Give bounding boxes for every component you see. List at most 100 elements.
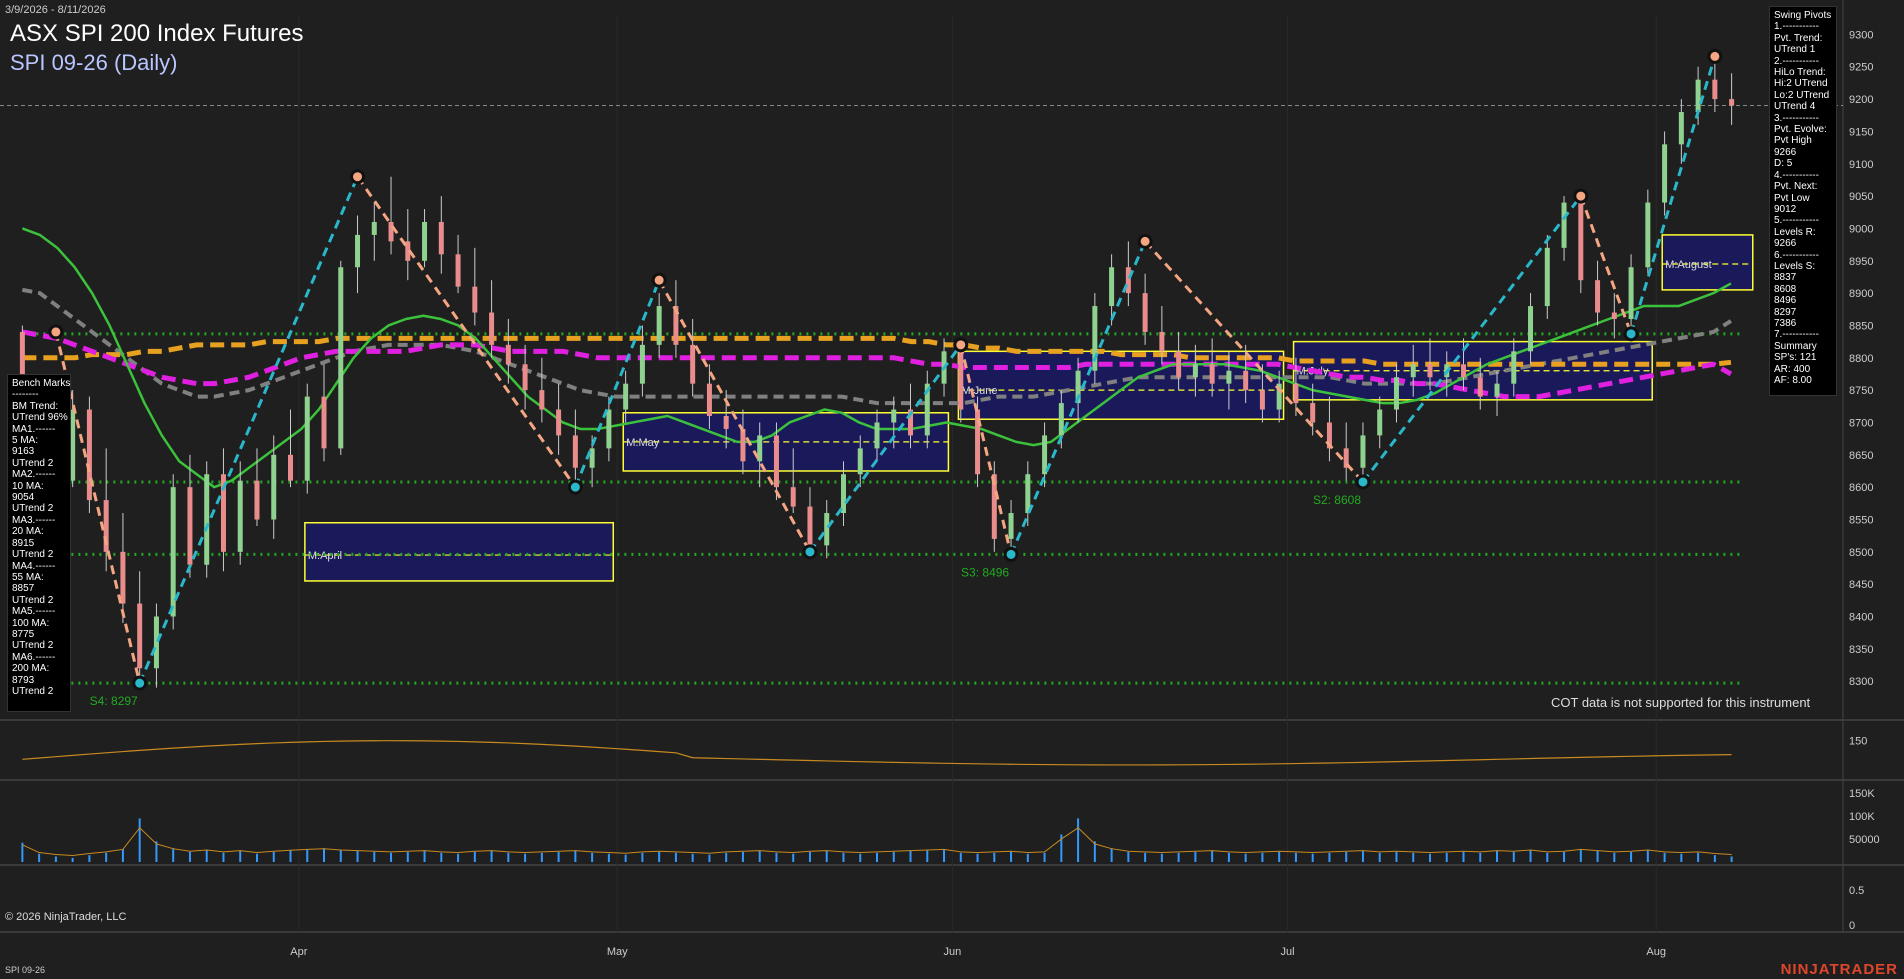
- candle-body: [1377, 409, 1383, 436]
- bench-mark-line: 20 MA:: [12, 526, 44, 538]
- swing-pivot-line: 2.-----------: [1774, 55, 1819, 67]
- candle-body: [338, 267, 344, 449]
- month-box-label: M:May: [626, 437, 660, 449]
- swing-pivot-line: Swing Pivots: [1774, 10, 1832, 21]
- y-tick-label: 8500: [1849, 547, 1873, 559]
- candle-body: [1477, 377, 1483, 397]
- candle-body: [271, 454, 277, 520]
- pivot-zigzag-segment: [1579, 195, 1633, 335]
- candle-body: [355, 234, 361, 268]
- bench-mark-line: 10 MA:: [12, 480, 44, 492]
- swing-pivot-line: Pvt. Evolve:: [1774, 124, 1827, 136]
- swing-pivot-line: 9266: [1774, 238, 1797, 250]
- candle-body: [1176, 351, 1182, 378]
- swing-pivot-line: 1.-----------: [1774, 21, 1819, 33]
- candle-body: [874, 422, 880, 449]
- x-tick-label: Apr: [290, 946, 307, 958]
- x-tick-label: Aug: [1646, 946, 1666, 958]
- candle-body: [1159, 331, 1165, 352]
- swing-pivot-line: 5.-----------: [1774, 215, 1819, 227]
- support-level-label: S4: 8297: [90, 694, 138, 708]
- y-tick-label: 9200: [1849, 94, 1873, 106]
- y-tick-label: 9000: [1849, 223, 1873, 235]
- bench-mark-line: UTrend 2: [12, 549, 54, 561]
- candle-body: [1611, 312, 1617, 319]
- bench-mark-line: UTrend 2: [12, 685, 54, 697]
- bench-mark-line: --------: [12, 389, 39, 401]
- bench-mark-line: Bench Marks: [12, 378, 71, 389]
- candle-body: [891, 409, 897, 423]
- swing-pivot-marker: [1137, 233, 1153, 249]
- cot-notice: COT data is not supported for this instr…: [1551, 695, 1811, 710]
- swing-pivot-line: 9266: [1774, 146, 1797, 158]
- swing-pivot-line: 9012: [1774, 203, 1797, 215]
- support-level-label: S3: 8496: [961, 565, 1009, 579]
- bench-mark-line: UTrend 2: [12, 503, 54, 515]
- swing-pivot-marker: [1707, 48, 1723, 64]
- candle-body: [1544, 247, 1550, 307]
- swing-pivot-line: Levels R:: [1774, 226, 1816, 238]
- lower-panel-tick: 0.5: [1849, 885, 1864, 897]
- y-tick-label: 9150: [1849, 126, 1873, 138]
- month-box: [957, 350, 1285, 420]
- candle-body: [790, 487, 796, 507]
- x-tick-label: May: [607, 946, 628, 958]
- bench-mark-line: MA2.------: [12, 469, 56, 481]
- swing-pivot-line: Hi:2 UTrend: [1774, 78, 1828, 90]
- y-tick-label: 8450: [1849, 579, 1873, 591]
- candle-body: [505, 344, 511, 365]
- swing-pivot-line: 8297: [1774, 306, 1797, 318]
- candle-body: [572, 435, 578, 468]
- candle-body: [287, 454, 293, 481]
- candle-body: [1209, 364, 1215, 384]
- x-tick-label: Jun: [944, 946, 962, 958]
- candle-body: [1410, 364, 1416, 378]
- swing-pivot-line: Lo:2 UTrend: [1774, 89, 1830, 101]
- candle-body: [371, 221, 377, 235]
- bench-mark-line: 8915: [12, 537, 35, 549]
- candle-body: [489, 312, 495, 345]
- candle-body: [1712, 79, 1718, 100]
- candle-body: [1360, 435, 1366, 468]
- candle-body: [254, 480, 260, 520]
- candle-body: [1310, 403, 1316, 423]
- bench-mark-line: UTrend 2: [12, 640, 54, 652]
- volume-tick: 100K: [1849, 811, 1875, 823]
- candle-body: [740, 428, 746, 462]
- candle-body: [137, 603, 143, 669]
- swing-pivot-line: 6.-----------: [1774, 249, 1819, 261]
- candle-body: [1226, 370, 1232, 384]
- candle-body: [1645, 202, 1651, 268]
- candle-body: [1678, 112, 1684, 145]
- candle-body: [1494, 383, 1500, 397]
- y-tick-label: 8550: [1849, 514, 1873, 526]
- swing-pivot-marker: [1623, 326, 1639, 342]
- y-tick-label: 8750: [1849, 385, 1873, 397]
- candle-body: [1259, 390, 1265, 410]
- x-tick-label: Jul: [1281, 946, 1295, 958]
- candle-body: [840, 474, 846, 514]
- oscillator-line: [22, 740, 1732, 766]
- swing-pivot-marker: [1355, 474, 1371, 490]
- price-chart[interactable]: Apr May Jun Jul Aug 8300 8350 8400 8450 8500 8550 8…: [0, 0, 1904, 979]
- candle-body: [1025, 474, 1031, 514]
- candle-body: [539, 390, 545, 410]
- candle-body: [1293, 383, 1299, 404]
- bench-mark-line: 9163: [12, 446, 35, 458]
- candle-body: [1109, 267, 1115, 307]
- candle-body: [522, 364, 528, 391]
- bench-mark-line: MA1.------: [12, 423, 56, 435]
- swing-pivot-line: Pvt High: [1774, 135, 1812, 147]
- candle-body: [723, 416, 729, 429]
- instrument-subtitle: SPI 09-26 (Daily): [10, 50, 178, 75]
- bench-mark-line: 9054: [12, 492, 35, 504]
- candle-body: [1461, 364, 1467, 378]
- candle-body: [1192, 364, 1198, 378]
- volume-average-line: [22, 827, 1732, 856]
- candle-body: [472, 286, 478, 313]
- y-tick-label: 8650: [1849, 450, 1873, 462]
- candle-body: [1058, 403, 1064, 436]
- candle-body: [1595, 280, 1601, 313]
- bench-marks-panel: Bench Marks -------- BM Trend: UTrend 96% MA…: [7, 374, 71, 712]
- swing-pivot-line: SP's: 121: [1774, 352, 1817, 364]
